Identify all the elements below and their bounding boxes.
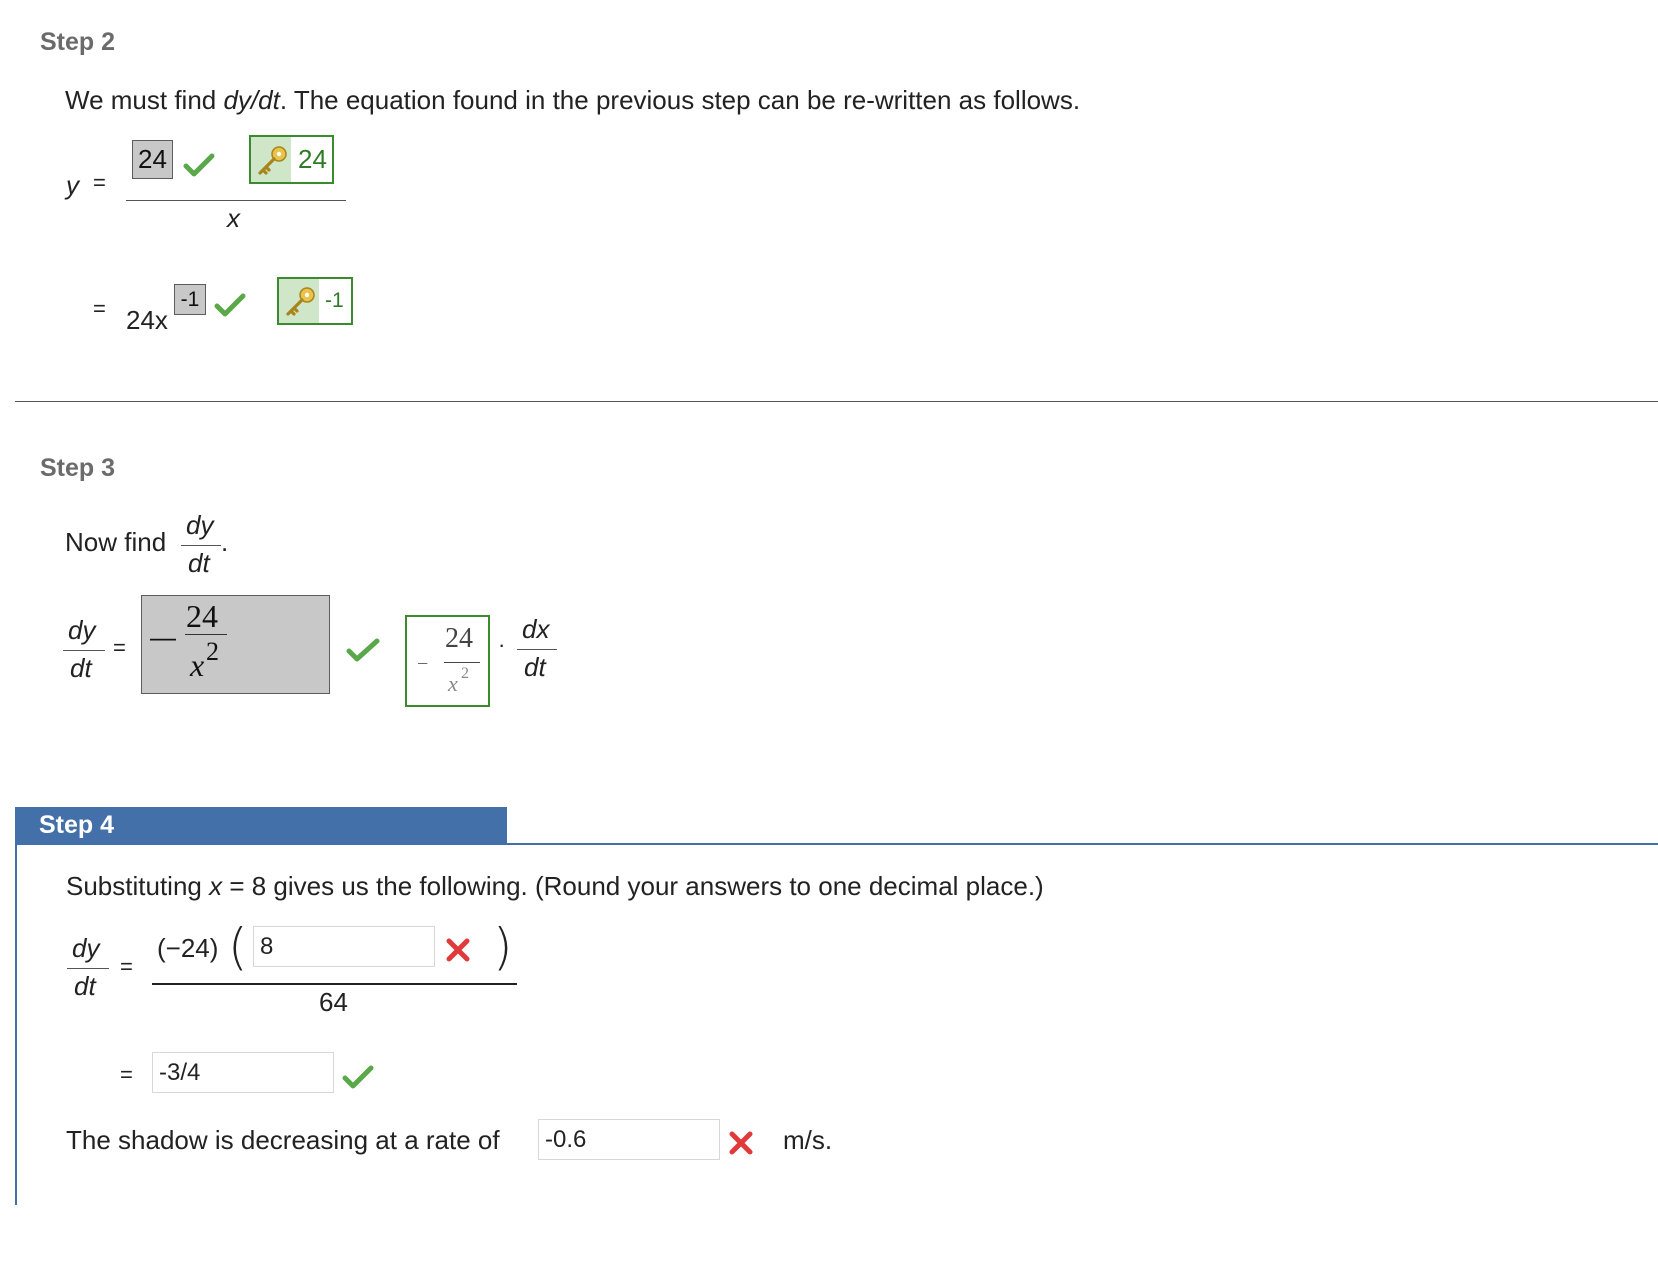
answer-minus: — — [150, 622, 176, 652]
step4-intro-var: x — [209, 871, 223, 901]
equals-sign-4: = — [120, 954, 133, 979]
key-fraction-bar — [444, 662, 480, 663]
frac-den-dt: dt — [188, 548, 210, 578]
fraction-bar — [517, 649, 557, 650]
paren-close: ) — [493, 918, 513, 976]
lhs-dy-4: dy — [72, 933, 100, 963]
frac-num-dy: dy — [186, 510, 214, 540]
step4-header: Step 4 — [15, 807, 507, 844]
coefficient-24x: 24x — [126, 305, 168, 335]
fraction-bar — [152, 983, 517, 985]
denominator-x: x — [227, 203, 240, 233]
step4-intro-pre: Substituting — [66, 871, 210, 901]
answer-fraction-bar — [185, 634, 227, 635]
key-icon — [255, 144, 289, 183]
step4-intro-post: = 8 gives us the following. (Round your … — [222, 871, 1044, 901]
rate-input[interactable]: -0.6 — [538, 1119, 720, 1160]
key-den-exp: 2 — [461, 665, 469, 682]
numerator-key-value: 24 — [298, 144, 327, 174]
answer-den-x: x — [190, 647, 205, 683]
result-input[interactable]: -3/4 — [152, 1052, 334, 1093]
step4-left-border — [15, 843, 17, 1205]
period: . — [221, 527, 229, 557]
step3-intro: Now find — [65, 527, 167, 557]
step4-intro: Substituting x = 8 gives us the followin… — [66, 871, 1044, 902]
key-den-x: x — [448, 671, 458, 696]
coefficient-neg24: (−24) — [157, 933, 219, 963]
check-icon — [342, 1064, 374, 1090]
equals-sign-3: = — [113, 635, 126, 660]
check-icon — [183, 152, 215, 178]
answer-num: 24 — [186, 598, 218, 634]
denominator-64: 64 — [319, 987, 348, 1017]
exponent-key-value: -1 — [325, 289, 344, 312]
numerator-key-box[interactable]: 24 — [249, 135, 334, 184]
equals-sign-5: = — [120, 1062, 133, 1087]
step2-title: Step 2 — [40, 28, 116, 56]
numerator-answer: 24 — [132, 140, 173, 179]
key-num: 24 — [445, 623, 473, 654]
dx-den: dt — [524, 652, 546, 682]
exponent-answer: -1 — [174, 284, 206, 315]
step2-intro-pre: We must find — [65, 85, 224, 115]
lhs-dt: dt — [70, 653, 92, 683]
paren-open: ( — [228, 918, 248, 976]
equals-sign: = — [93, 170, 106, 195]
step3-title: Step 3 — [40, 454, 116, 482]
key-icon — [283, 285, 317, 324]
derivative-answer: — 24 x 2 — [141, 595, 330, 694]
check-icon — [346, 637, 380, 663]
units-label: m/s. — [783, 1125, 833, 1155]
answer-den-exp: 2 — [206, 637, 219, 666]
section-divider — [15, 401, 1658, 402]
fraction-bar — [63, 650, 105, 651]
key-minus: − — [417, 653, 429, 675]
substitution-input[interactable]: 8 — [253, 926, 435, 967]
shadow-sentence: The shadow is decreasing at a rate of — [66, 1125, 500, 1155]
lhs-dt-4: dt — [74, 971, 96, 1001]
dx-num: dx — [522, 614, 550, 644]
lhs-dy: dy — [68, 615, 96, 645]
exponent-key-box[interactable]: -1 — [277, 277, 353, 325]
fraction-bar — [181, 545, 221, 546]
multiply-dot: · — [498, 632, 506, 657]
equals-sign-2: = — [93, 296, 106, 321]
derivative-key-box[interactable]: − 24 x 2 — [405, 615, 490, 707]
step2-intro: We must find dy/dt. The equation found i… — [65, 85, 1080, 116]
step2-intro-var: dy/dt — [223, 85, 280, 115]
step2-intro-post: . The equation found in the previous ste… — [279, 85, 1081, 115]
check-icon — [214, 292, 246, 318]
x-icon — [444, 936, 472, 964]
step4-header-line — [15, 843, 1658, 845]
y-label: y — [66, 170, 79, 200]
fraction-bar — [126, 200, 346, 201]
x-icon — [727, 1129, 755, 1157]
fraction-bar — [67, 968, 109, 969]
